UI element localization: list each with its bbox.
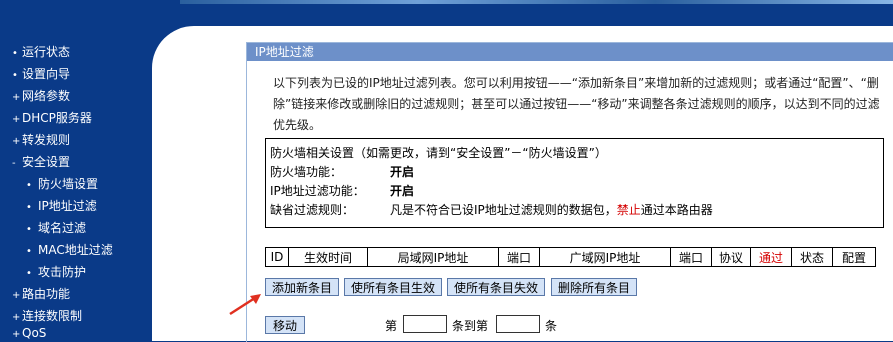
- sidebar-item-label: 连接数限制: [22, 309, 83, 323]
- firewall-info-box: 防火墙相关设置（如需更改，请到“安全设置”－“防火墙设置”） 防火墙功能： 开启…: [265, 138, 884, 228]
- sidebar-item-label: 防火墙设置: [38, 177, 99, 191]
- col-effective-time: 生效时间: [288, 247, 368, 267]
- bullet-icon: •: [26, 224, 32, 235]
- firewall-info-heading: 防火墙相关设置（如需更改，请到“安全设置”－“防火墙设置”）: [270, 146, 607, 160]
- panel-description: 以下列表为已设的IP地址过滤列表。您可以利用按钮——“添加新条目”来增加新的过滤…: [273, 76, 880, 132]
- sidebar-item[interactable]: • IP地址过滤: [26, 197, 97, 214]
- move-to-label: 条到第: [452, 319, 489, 333]
- sidebar-item[interactable]: + 网络参数: [12, 87, 70, 104]
- bullet-icon: -: [12, 158, 16, 169]
- col-lan-port: 端口: [498, 247, 540, 267]
- sidebar-item-label: 运行状态: [22, 45, 71, 59]
- bullet-icon: •: [26, 268, 32, 279]
- enable-all-button[interactable]: 使所有条目生效: [344, 278, 442, 296]
- firewall-status-label: 防火墙功能：: [270, 165, 343, 179]
- panel-title: IP地址过滤: [247, 43, 893, 61]
- firewall-status-row: 防火墙功能：: [270, 163, 342, 180]
- ipfilter-status-value: 开启: [390, 184, 415, 198]
- col-wan-port: 端口: [670, 247, 712, 267]
- col-status: 状态: [791, 247, 833, 267]
- sidebar-item-label: 转发规则: [22, 133, 71, 147]
- bullet-icon: +: [12, 329, 21, 340]
- col-pass: 通过: [750, 247, 792, 267]
- bullet-icon: •: [26, 202, 32, 213]
- sidebar-item[interactable]: + QoS: [12, 326, 46, 340]
- sidebar-item[interactable]: • 设置向导: [12, 65, 70, 82]
- sidebar-item-label: 设置向导: [22, 67, 71, 81]
- sidebar-item[interactable]: • 防火墙设置: [26, 175, 98, 192]
- disable-all-button[interactable]: 使所有条目失效: [447, 278, 545, 296]
- sidebar-item[interactable]: • 攻击防护: [26, 263, 86, 280]
- delete-all-button[interactable]: 删除所有条目: [551, 278, 637, 296]
- ip-filter-panel: IP地址过滤 以下列表为已设的IP地址过滤列表。您可以利用按钮——“添加新条目”…: [246, 42, 893, 342]
- move-suffix-label: 条: [545, 319, 558, 333]
- col-id: ID: [265, 247, 289, 267]
- move-from-label: 第: [385, 319, 398, 333]
- move-button[interactable]: 移动: [265, 316, 305, 334]
- move-to-input[interactable]: [496, 315, 540, 333]
- sidebar-item-label: 安全设置: [22, 155, 71, 169]
- add-entry-button[interactable]: 添加新条目: [265, 278, 339, 296]
- col-lan-ip: 局域网IP地址: [367, 247, 499, 267]
- bullet-icon: +: [12, 290, 21, 301]
- bullet-icon: •: [26, 180, 32, 191]
- top-banner-image: [180, 0, 893, 4]
- ipfilter-status-row: IP地址过滤功能：: [270, 182, 365, 199]
- sidebar-item-label: 网络参数: [22, 89, 71, 103]
- bullet-icon: •: [12, 70, 18, 81]
- default-rule-text-pre: 凡是不符合已设IP地址过滤规则的数据包，: [390, 203, 617, 217]
- col-protocol: 协议: [711, 247, 751, 267]
- sidebar-item-label: 路由功能: [22, 287, 71, 301]
- bullet-icon: •: [26, 246, 32, 257]
- sidebar-item[interactable]: • 运行状态: [12, 43, 70, 60]
- firewall-status-value: 开启: [390, 165, 415, 179]
- sidebar-item-label: 攻击防护: [38, 265, 87, 279]
- bullet-icon: +: [12, 114, 21, 125]
- default-rule-row: 缺省过滤规则：: [270, 201, 354, 218]
- sidebar-item[interactable]: + DHCP服务器: [12, 109, 92, 126]
- sidebar-item[interactable]: • MAC地址过滤: [26, 241, 113, 258]
- default-rule-label: 缺省过滤规则：: [270, 203, 355, 217]
- annotation-arrow-icon: [229, 294, 261, 316]
- sidebar-item[interactable]: + 转发规则: [12, 131, 70, 148]
- col-wan-ip: 广域网IP地址: [539, 247, 671, 267]
- table-header-row: ID 生效时间 局域网IP地址 端口 广域网IP地址 端口 协议 通过 状态 配…: [265, 247, 876, 267]
- default-rule-value: 凡是不符合已设IP地址过滤规则的数据包，禁止通过本路由器: [390, 201, 713, 218]
- sidebar-item-label: QoS: [22, 326, 47, 340]
- ip-filter-table: ID 生效时间 局域网IP地址 端口 广域网IP地址 端口 协议 通过 状态 配…: [265, 247, 876, 267]
- sidebar-item-label: 域名过滤: [38, 221, 87, 235]
- bullet-icon: +: [12, 312, 21, 323]
- bullet-icon: +: [12, 136, 21, 147]
- bullet-icon: •: [12, 48, 18, 59]
- sidebar-item[interactable]: • 域名过滤: [26, 219, 86, 236]
- default-rule-deny: 禁止: [616, 203, 641, 217]
- move-from-input[interactable]: [403, 315, 447, 333]
- ipfilter-status-label: IP地址过滤功能：: [270, 184, 365, 198]
- sidebar-item[interactable]: + 路由功能: [12, 285, 70, 302]
- sidebar-item-label: DHCP服务器: [22, 111, 92, 125]
- sidebar-item[interactable]: + 连接数限制: [12, 307, 82, 324]
- default-rule-text-post: 通过本路由器: [640, 203, 713, 217]
- col-config: 配置: [832, 247, 876, 267]
- sidebar-item[interactable]: - 安全设置: [12, 153, 70, 170]
- sidebar-item-label: IP地址过滤: [38, 199, 97, 213]
- bullet-icon: +: [12, 92, 21, 103]
- sidebar-item-label: MAC地址过滤: [38, 243, 113, 257]
